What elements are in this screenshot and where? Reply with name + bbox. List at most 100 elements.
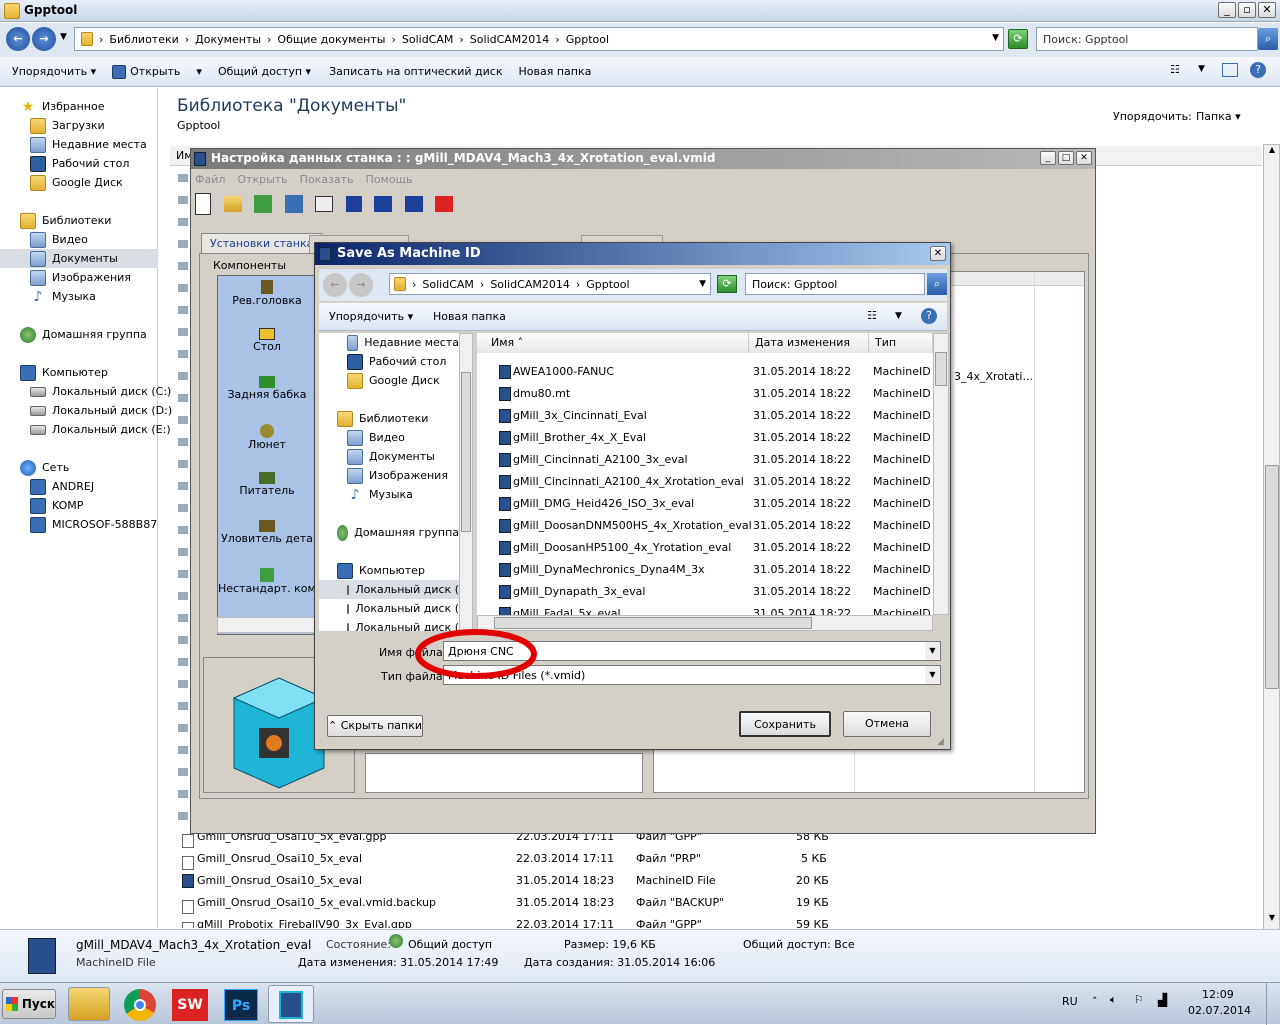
new-folder-button[interactable]: Новая папка (519, 65, 592, 78)
save-add-icon[interactable] (374, 196, 392, 212)
component-item[interactable]: Питатель (218, 468, 316, 516)
component-item[interactable]: Стол (218, 324, 316, 372)
nav-documents[interactable]: Документы (319, 447, 459, 466)
nav-scrollbar[interactable] (459, 333, 473, 631)
nav-disk-d[interactable]: Локальный диск (D:) (20, 401, 172, 420)
share-menu[interactable]: Общий доступ ▾ (218, 65, 311, 78)
language-indicator[interactable]: RU (1062, 995, 1078, 1008)
exit-icon[interactable] (435, 196, 453, 212)
view-dropdown-icon[interactable]: ▼ (1198, 64, 1205, 74)
component-item[interactable]: Уловитель дета (218, 516, 316, 564)
refresh-button[interactable]: ⟳ (717, 275, 737, 293)
table-row[interactable]: Gmill_Onsrud_Osai10_5x_eval.vmid.backup … (170, 892, 829, 914)
nav-documents[interactable]: Документы (0, 249, 158, 268)
breadcrumb-item[interactable]: Документы (195, 33, 261, 46)
list-item[interactable]: dmu80.mt 31.05.2014 18:22 MachineID F (477, 383, 941, 405)
nav-disk-c[interactable]: Локальный диск (C:) (20, 382, 172, 401)
breadcrumb-item[interactable]: SolidCAM (422, 278, 474, 291)
list-item[interactable]: gMill_3x_Cincinnati_Eval 31.05.2014 18:22… (477, 405, 941, 427)
organize-menu[interactable]: Упорядочить ▾ (329, 310, 413, 323)
export-icon[interactable] (284, 195, 303, 213)
breadcrumb-item[interactable]: SolidCAM2014 (470, 33, 550, 46)
resize-grip-icon[interactable]: ◢ (937, 737, 944, 747)
dialog-search-input[interactable]: Поиск: Gpptool (745, 273, 925, 295)
list-item[interactable]: AWEA1000-FANUC 31.05.2014 18:22 MachineID … (477, 361, 941, 383)
maximize-button[interactable]: □ (1058, 151, 1074, 165)
chrome-icon[interactable] (124, 989, 156, 1021)
list-item[interactable]: gMill_Dynapath_3x_eval 31.05.2014 18:22 Ma… (477, 581, 941, 603)
network-tray-icon[interactable]: ▟ (1158, 993, 1167, 1007)
close-button[interactable]: ✕ (930, 246, 946, 261)
open-dropdown-icon[interactable]: ▾ (196, 65, 202, 78)
nav-images[interactable]: Изображения (319, 466, 459, 485)
hide-folders-button[interactable]: ⌃ Скрыть папки (327, 715, 423, 737)
list-item[interactable]: gMill_DoosanDNM500HS_4x_Xrotation_eval 31… (477, 515, 941, 537)
list-item[interactable]: gMill_DoosanHP5100_4x_Yrotation_eval 31.0… (477, 537, 941, 559)
breadcrumb-item[interactable]: SolidCAM2014 (490, 278, 570, 291)
tab-machine-settings[interactable]: Установки станка (201, 233, 323, 253)
file-list-vscroll[interactable] (933, 333, 949, 615)
open-folder-icon[interactable] (223, 196, 242, 212)
volume-icon[interactable]: 🔈︎ (1110, 993, 1117, 1007)
tray-expand-icon[interactable]: ˄ (1092, 995, 1098, 1008)
burn-button[interactable]: Записать на оптический диск (329, 65, 502, 78)
nav-net-andrej[interactable]: ANDREJ (20, 477, 172, 496)
component-item[interactable]: Нестандарт. компо (218, 564, 316, 612)
taskbar-explorer-icon[interactable] (68, 987, 110, 1021)
column-date[interactable]: Дата изменения (749, 333, 869, 353)
save-button[interactable]: Сохранить (739, 711, 831, 737)
table-row[interactable]: Gmill_Onsrud_Osai10_5x_eval 22.03.2014 1… (170, 848, 827, 870)
explorer-scrollbar[interactable]: ▲ ▼ (1263, 144, 1280, 930)
list-item[interactable]: gMill_Cincinnati_A2100_4x_Xrotation_eval… (477, 471, 941, 493)
address-bar[interactable]: › Библиотеки › Документы › Общие документы ›… (74, 27, 1004, 51)
clock-time[interactable]: 12:09 (1202, 988, 1234, 1001)
nav-libraries[interactable]: Библиотеки (20, 211, 172, 230)
nav-computer[interactable]: Компьютер (319, 561, 459, 580)
component-item[interactable]: Рев.головка (218, 276, 316, 324)
preview-pane-icon[interactable] (1222, 63, 1238, 77)
nav-computer[interactable]: Компьютер (20, 363, 172, 382)
search-input[interactable]: Поиск: Gpptool (1036, 27, 1258, 51)
dialog-address-bar[interactable]: › SolidCAM › SolidCAM2014 › Gpptool ▼ (389, 273, 711, 295)
nav-desktop[interactable]: Рабочий стол (319, 352, 459, 371)
refresh-button[interactable]: ⟳ (1008, 29, 1028, 49)
maximize-button[interactable]: ▫ (1238, 2, 1256, 18)
breadcrumb-item[interactable]: SolidCAM (402, 33, 454, 46)
list-item[interactable]: gMill_Fadal_5x_eval 31.05.2014 18:22 Machi… (477, 603, 941, 615)
cancel-button[interactable]: Отмена (843, 711, 931, 737)
nav-disk-e[interactable]: Локальный диск (E:) (20, 420, 172, 439)
menu-help[interactable]: Помощь (366, 173, 413, 186)
nav-video[interactable]: Видео (20, 230, 172, 249)
nav-music[interactable]: ♪ Музыка (20, 287, 172, 306)
nav-homegroup[interactable]: Домашняя группа (319, 523, 459, 542)
import-icon[interactable] (254, 195, 272, 213)
nav-disk[interactable]: Локальный диск ( (319, 580, 459, 599)
nav-disk[interactable]: Локальный диск ( (319, 599, 459, 618)
view-icon[interactable]: ☷ (1170, 63, 1180, 76)
list-item[interactable]: gMill_Cincinnati_A2100_3x_eval 31.05.2014… (477, 449, 941, 471)
components-hscroll[interactable] (217, 617, 317, 633)
table-row[interactable]: Gmill_Onsrud_Osai10_5x_eval.gpp 22.03.20… (170, 826, 829, 848)
breadcrumb-item[interactable]: Библиотеки (109, 33, 178, 46)
nav-gdrive[interactable]: Google Диск (20, 173, 172, 192)
photoshop-icon[interactable]: Ps (224, 989, 258, 1021)
show-desktop-button[interactable] (1266, 983, 1280, 1025)
back-button[interactable]: ← (6, 27, 30, 51)
filename-dropdown-icon[interactable]: ▼ (925, 642, 940, 660)
menu-show[interactable]: Показать (300, 173, 354, 186)
solidworks-icon[interactable]: SW (172, 989, 208, 1021)
view-icon[interactable]: ☷ (867, 309, 877, 322)
organize-menu[interactable]: Упорядочить ▾ (12, 65, 96, 78)
back-button[interactable]: ← (323, 273, 347, 297)
nav-desktop[interactable]: Рабочий стол (20, 154, 172, 173)
minimize-button[interactable]: _ (1040, 151, 1056, 165)
view-dropdown-icon[interactable]: ▼ (895, 311, 902, 321)
minimize-button[interactable]: _ (1218, 2, 1236, 18)
nav-libraries[interactable]: Библиотеки (319, 409, 459, 428)
help-icon[interactable]: ? (1250, 62, 1266, 78)
column-name[interactable]: Имя ˄ (477, 333, 749, 353)
open-button[interactable]: Открыть (130, 65, 180, 78)
component-item[interactable]: Задняя бабка (218, 372, 316, 420)
filetype-dropdown-icon[interactable]: ▼ (925, 666, 940, 684)
component-item[interactable]: Люнет (218, 420, 316, 468)
